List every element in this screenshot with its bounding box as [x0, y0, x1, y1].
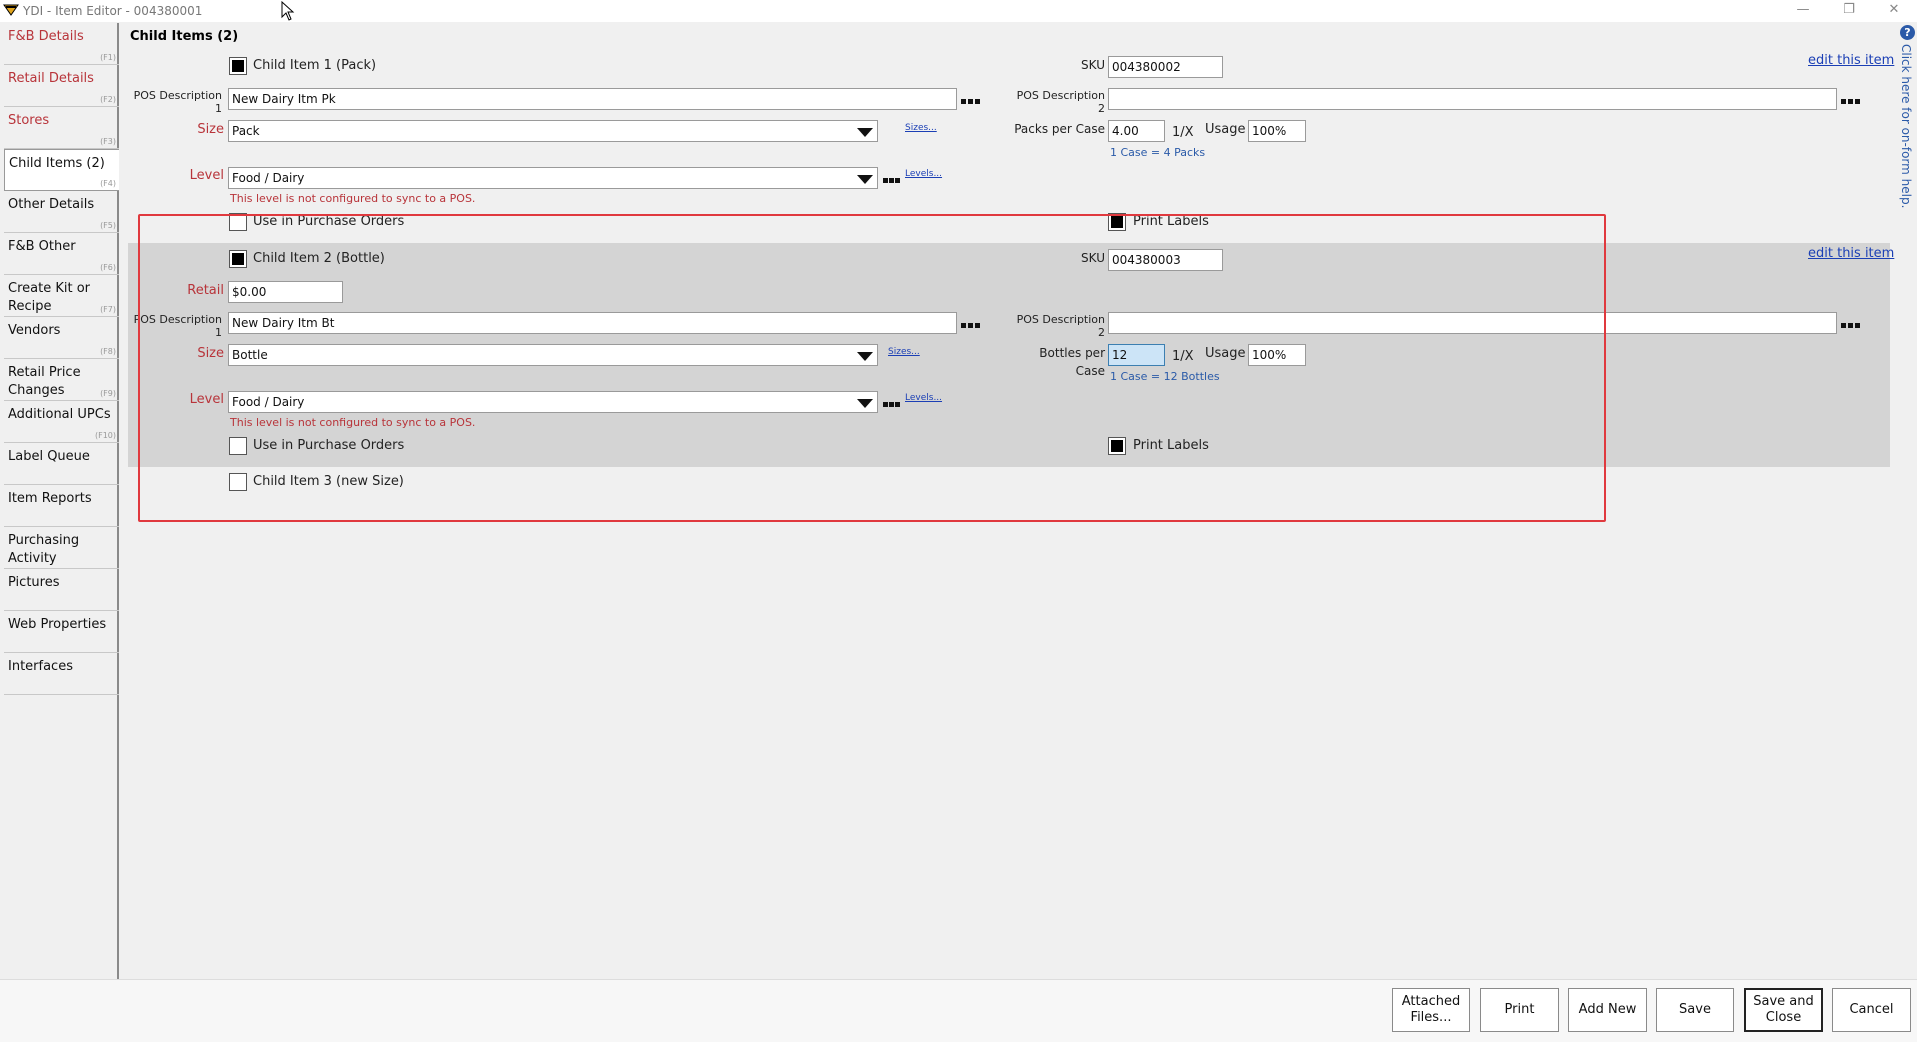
restore-button[interactable]: ❐ [1826, 0, 1872, 22]
sidebar-item-item-reports[interactable]: Item Reports [4, 485, 119, 527]
sidebar-item-label: Label Queue [8, 449, 90, 464]
child-item-1-size-select[interactable]: Pack [228, 120, 878, 142]
window-title: YDI - Item Editor - 004380001 [23, 4, 203, 18]
sidebar-item-pictures[interactable]: Pictures [4, 569, 119, 611]
sidebar-item-label: Vendors [8, 323, 61, 338]
pos-description-1-label: POS Description 1 [133, 89, 222, 115]
shortcut-key: (F2) [100, 95, 116, 104]
child-item-2-edit-link[interactable]: edit this item [1808, 246, 1894, 261]
sidebar-item-retail-details[interactable]: Retail Details (F2) [4, 65, 119, 107]
sidebar-item-label: Stores [8, 113, 50, 128]
sidebar-item-label: Purchasing Activity [8, 533, 80, 566]
chevron-down-icon [857, 128, 873, 137]
child-item-1-level-select[interactable]: Food / Dairy [228, 167, 878, 189]
sizes-link[interactable]: Sizes... [905, 123, 937, 133]
add-new-button[interactable]: Add New [1568, 988, 1647, 1032]
sidebar-item-label: Additional UPCs [8, 407, 111, 422]
button-label: Attached [1401, 994, 1461, 1009]
shortcut-key: (F8) [100, 347, 116, 356]
section-title: Child Items (2) [130, 29, 239, 44]
shortcut-key: (F9) [100, 389, 116, 398]
sidebar-item-purchasing-activity[interactable]: Purchasing Activity [4, 527, 119, 569]
save-and-close-button[interactable]: Save and Close [1744, 988, 1823, 1032]
attached-files-button[interactable]: Attached Files... [1392, 988, 1470, 1032]
child-item-1-sku-field[interactable]: 004380002 [1108, 56, 1223, 78]
child-item-1-usage-field[interactable]: 100% [1248, 120, 1306, 142]
size-label: Size [197, 122, 224, 137]
child-item-1-label: Child Item 1 (Pack) [253, 58, 377, 73]
levels-link[interactable]: Levels... [905, 169, 942, 179]
sidebar-item-label: Retail Price Changes [8, 365, 81, 398]
sidebar-item-label: Retail Details [8, 71, 94, 86]
highlight-annotation [138, 214, 1606, 522]
button-label: Files... [1410, 1010, 1452, 1025]
shortcut-key: (F6) [100, 263, 116, 272]
child-item-1-checkbox[interactable] [229, 57, 247, 75]
packs-per-case-label: Packs per Case [1014, 122, 1105, 136]
usage-label: Usage [1205, 122, 1246, 137]
chevron-down-icon [857, 175, 873, 184]
shortcut-key: (F5) [100, 221, 116, 230]
print-button[interactable]: Print [1480, 988, 1559, 1032]
sidebar-item-label: F&B Other [8, 239, 76, 254]
sidebar: F&B Details (F1) Retail Details (F2) Sto… [2, 23, 119, 979]
sidebar-item-fb-details[interactable]: F&B Details (F1) [4, 23, 119, 65]
more-options-icon[interactable] [883, 176, 905, 184]
more-options-icon[interactable] [1841, 97, 1863, 105]
button-label: Close [1765, 1010, 1802, 1025]
pos-description-2-label: POS Description 2 [1016, 89, 1105, 115]
sidebar-item-fb-other[interactable]: F&B Other (F6) [4, 233, 119, 275]
sidebar-item-label: Interfaces [8, 659, 73, 674]
case-conversion-info: 1 Case = 4 Packs [1110, 146, 1206, 159]
sidebar-item-label: Child Items (2) [9, 156, 105, 171]
child-item-1-packs-per-case-field[interactable]: 4.00 [1108, 120, 1165, 142]
level-label: Level [189, 168, 224, 183]
sidebar-item-child-items[interactable]: Child Items (2) (F4) [4, 149, 119, 191]
sidebar-item-label: Item Reports [8, 491, 92, 506]
close-button[interactable]: ✕ [1871, 0, 1917, 22]
help-icon: ? [1900, 25, 1915, 40]
sidebar-item-other-details[interactable]: Other Details (F5) [4, 191, 119, 233]
sidebar-item-label: Other Details [8, 197, 95, 212]
shortcut-key: (F1) [100, 53, 116, 62]
sidebar-item-additional-upcs[interactable]: Additional UPCs (F10) [4, 401, 119, 443]
sidebar-item-label: Create Kit or Recipe [8, 281, 90, 314]
child-item-1-edit-link[interactable]: edit this item [1808, 53, 1894, 68]
sidebar-item-label-queue[interactable]: Label Queue [4, 443, 119, 485]
level-sync-warning: This level is not configured to sync to … [230, 192, 476, 205]
on-form-help-tab[interactable]: ? Click here for on-form help. [1898, 22, 1917, 222]
sidebar-item-stores[interactable]: Stores (F3) [4, 107, 119, 149]
sidebar-item-label: F&B Details [8, 29, 84, 44]
sidebar-item-interfaces[interactable]: Interfaces [4, 653, 119, 695]
selected-value: Food / Dairy [232, 171, 305, 185]
selected-value: Pack [232, 124, 260, 138]
minimize-button[interactable]: — [1780, 0, 1826, 22]
more-options-icon[interactable] [1841, 321, 1863, 329]
sidebar-item-retail-price-changes[interactable]: Retail Price Changes (F9) [4, 359, 119, 401]
mouse-cursor-icon [281, 1, 295, 21]
shortcut-key: (F4) [100, 179, 116, 188]
sku-label: SKU [1081, 58, 1105, 72]
button-label: Save and [1753, 994, 1814, 1009]
shortcut-key: (F7) [100, 305, 116, 314]
more-options-icon[interactable] [961, 97, 983, 105]
sidebar-item-web-properties[interactable]: Web Properties [4, 611, 119, 653]
cancel-button[interactable]: Cancel [1832, 988, 1911, 1032]
child-item-1-pos-description-2[interactable] [1108, 88, 1837, 110]
sidebar-item-create-kit[interactable]: Create Kit or Recipe (F7) [4, 275, 119, 317]
sidebar-item-vendors[interactable]: Vendors (F8) [4, 317, 119, 359]
shortcut-key: (F3) [100, 137, 116, 146]
sidebar-item-label: Web Properties [8, 617, 107, 632]
child-item-1-pos-description-1[interactable]: New Dairy Itm Pk [228, 88, 957, 110]
help-tab-text: Click here for on-form help. [1899, 44, 1913, 209]
app-logo-icon [3, 4, 19, 16]
save-button[interactable]: Save [1656, 988, 1734, 1032]
sidebar-item-label: Pictures [8, 575, 60, 590]
shortcut-key: (F10) [94, 431, 116, 440]
per-x-label: 1/X [1172, 125, 1194, 140]
